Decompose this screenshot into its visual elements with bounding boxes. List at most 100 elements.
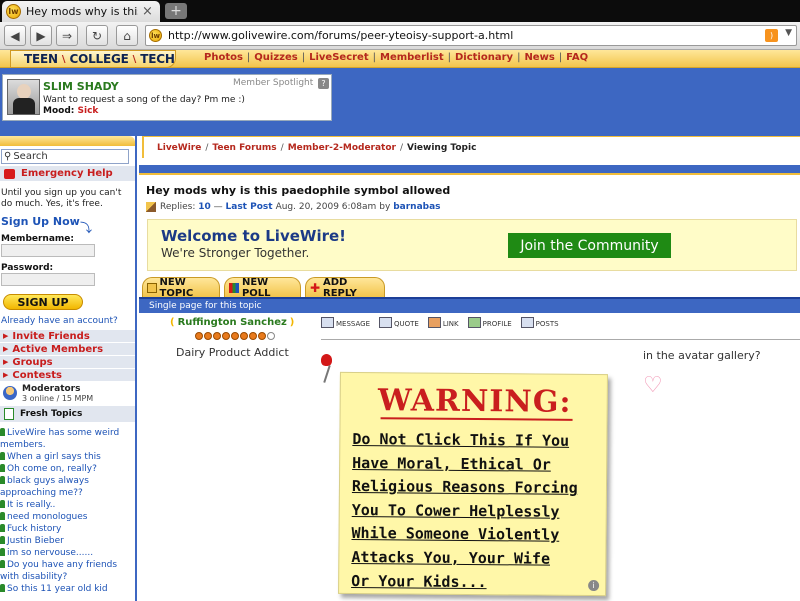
pushpin-icon [319,354,333,384]
help-icon[interactable]: ? [318,78,329,89]
message-icon [321,317,334,328]
breadcrumb-member-2-moderator[interactable]: Member-2-Moderator [288,143,396,153]
list-item[interactable]: Fuck history [0,523,135,535]
warning-line: Have Moral, Ethical Or [352,453,551,474]
profile-button[interactable]: PROFILE [467,317,512,328]
topic-bullet-icon [0,512,5,520]
topic-bullet-icon [0,464,5,472]
breadcrumb-sep: / [399,142,404,153]
list-item[interactable]: Oh come on, really? [0,463,135,475]
pushpin-head [321,354,332,366]
link-label: LINK [442,320,459,328]
topic-text: need monologues [7,512,88,522]
list-item[interactable]: So this 11 year old kid [0,583,135,595]
search-icon: ⚲ [4,151,12,162]
nav-news[interactable]: News [524,52,554,63]
list-item[interactable]: black guys always [0,475,135,487]
membername-field[interactable] [1,244,95,257]
address-bar[interactable]: lw http://www.golivewire.com/forums/peer… [145,25,797,46]
warning-title: WARNING: [377,383,572,420]
spotlight-avatar[interactable] [7,79,40,115]
document-icon [4,408,14,420]
sidebar-item-contests[interactable]: ▶ Contests [0,369,135,382]
list-item[interactable]: Justin Bieber [0,535,135,547]
link-button[interactable]: LINK [427,317,459,328]
nav-faq[interactable]: FAQ [566,52,588,63]
already-have-account-link[interactable]: Already have an account? [1,316,118,326]
signup-button[interactable]: SIGN UP [3,294,83,310]
reload-button[interactable]: ↻ [86,25,108,46]
topic-action-buttons: NEW TOPIC NEW POLL ✚ ADD REPLY [139,276,800,299]
topic-bullet-icon [0,476,5,484]
list-item[interactable]: need monologues [0,511,135,523]
back-button[interactable]: ◀ [4,25,26,46]
warning-line: Or Your Kids... [351,571,487,591]
nav-photos[interactable]: Photos [204,52,243,63]
home-button[interactable]: ⌂ [116,25,138,46]
nav-livesecret[interactable]: LiveSecret [309,52,369,63]
quote-button[interactable]: QUOTE [379,317,419,328]
topic-bullet-icon [0,536,5,544]
breadcrumb-livewire[interactable]: LiveWire [157,143,201,153]
forward-button[interactable]: ▶ [30,25,52,46]
single-page-link[interactable]: Single page for this topic [139,297,800,313]
home-icon: ⌂ [123,28,131,43]
last-post-link[interactable]: Last Post [226,202,273,212]
message-button[interactable]: MESSAGE [321,317,370,328]
warning-body: Do Not Click This If You Have Moral, Eth… [351,428,604,595]
rank-stars [195,332,275,340]
url-dropdown-icon[interactable]: ▼ [785,28,792,38]
password-field[interactable] [1,273,95,286]
warning-image[interactable]: WARNING: Do Not Click This If You Have M… [338,371,608,597]
info-icon[interactable]: i [588,580,600,592]
tab-close-icon[interactable]: × [142,5,153,18]
moderators-icon [3,386,17,400]
list-item[interactable]: Do you have any friends [0,559,135,571]
site-logo[interactable]: TEEN \ COLLEGE \ TECH [24,51,175,67]
chain-link-icon [427,317,441,328]
topic-text: im so nervouse...... [7,548,94,558]
rank-star-icon [231,332,239,340]
url-text[interactable]: http://www.golivewire.com/forums/peer-yt… [168,29,513,42]
avatar-body [13,98,35,114]
sidebar-item-invite-friends[interactable]: ▶ Invite Friends [0,330,135,343]
join-community-button[interactable]: Join the Community [508,233,671,258]
nav-memberlist[interactable]: Memberlist [380,52,444,63]
member-spotlight: SLIM SHADY Member Spotlight ? Want to re… [2,74,332,121]
browser-tab[interactable]: lw Hey mods why is this p... × [2,1,160,22]
breadcrumb-sep: / [205,142,209,153]
list-item[interactable]: members. [0,439,135,451]
sidebar-item-active-members[interactable]: ▶ Active Members [0,343,135,356]
moderators-box[interactable]: Moderators 3 online / 15 MPM [0,384,135,404]
sidebar-item-groups[interactable]: ▶ Groups [0,356,135,369]
nav-divider: | [372,52,376,63]
posts-button[interactable]: POSTS [520,317,559,328]
top-nav: Photos | Quizzes | LiveSecret | Memberlist |… [204,52,588,63]
signup-note: Until you sign up you can't do much. Yes… [1,188,122,209]
list-item[interactable]: It is really.. [0,499,135,511]
new-topic-button[interactable]: NEW TOPIC [142,277,220,299]
nav-quizzes[interactable]: Quizzes [254,52,297,63]
list-item[interactable]: LiveWire has some weird [0,427,135,439]
forward-dropdown-button[interactable]: ⇒ [56,25,78,46]
add-reply-button[interactable]: ✚ ADD REPLY [305,277,385,299]
post-divider [321,339,800,340]
topic-bullet-icon [0,428,5,436]
list-item[interactable]: approaching me?? [0,487,135,499]
list-item[interactable]: with disability? [0,571,135,583]
post-author[interactable]: (Ruffington Sanchez) [167,317,297,328]
spotlight-name[interactable]: SLIM SHADY [43,80,119,93]
breadcrumb-teen-forums[interactable]: Teen Forums [212,143,276,153]
mood-value: Sick [77,106,99,116]
last-post-date: Aug. 20, 2009 6:08am [275,202,377,212]
rss-feed-icon[interactable]: ) [765,29,778,42]
list-item[interactable]: When a girl says this [0,451,135,463]
nav-dictionary[interactable]: Dictionary [455,52,513,63]
list-item[interactable]: im so nervouse...... [0,547,135,559]
new-poll-label: NEW POLL [241,276,271,299]
last-post-author[interactable]: barnabas [393,202,440,212]
new-tab-button[interactable]: + [165,3,187,19]
new-poll-button[interactable]: NEW POLL [224,276,301,299]
emergency-help-link[interactable]: Emergency Help [0,166,135,181]
search-input[interactable]: ⚲ Search [1,149,129,164]
